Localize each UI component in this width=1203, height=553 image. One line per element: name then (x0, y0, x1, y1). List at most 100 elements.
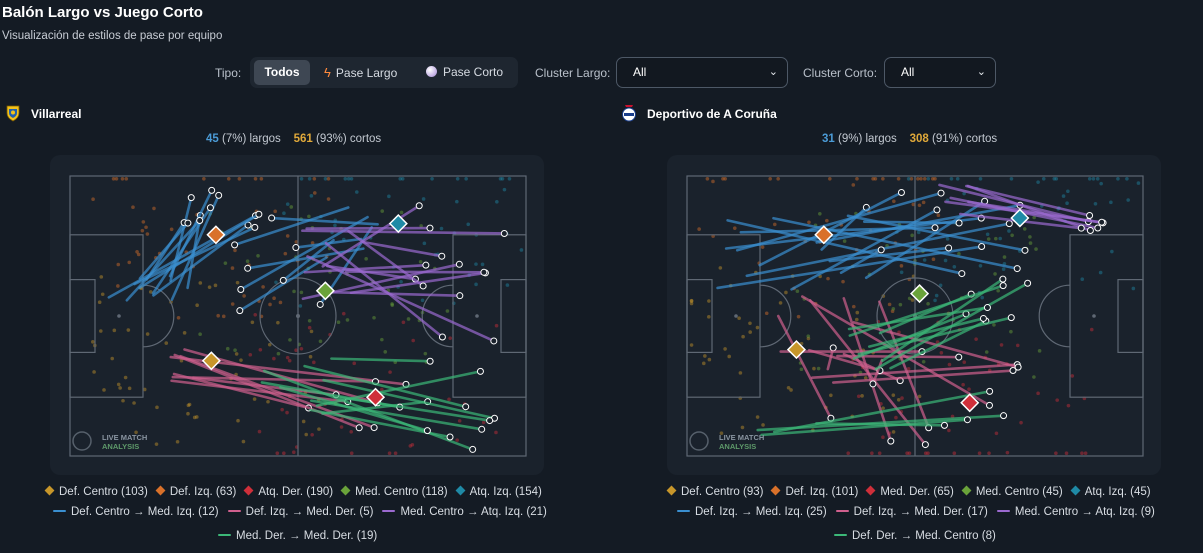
pass-dot (182, 331, 187, 335)
tipo-todos-button[interactable]: Todos (254, 60, 310, 85)
pass-dot (299, 346, 304, 351)
pass-dot (187, 402, 192, 407)
pass-dot (505, 283, 510, 287)
pass-dot (1093, 201, 1098, 206)
diamond-icon (961, 485, 972, 496)
pass-dot (299, 290, 304, 295)
pass-dot (248, 352, 253, 357)
pass-dot (116, 284, 120, 288)
pass-end-marker (476, 367, 484, 375)
cluster-largo-label: Cluster Largo: (535, 66, 611, 80)
pass-end-marker (1098, 218, 1106, 226)
pass-dot (253, 312, 258, 317)
pass-dot (186, 411, 190, 416)
pass-end-marker (423, 427, 431, 435)
pass-dot (933, 298, 937, 303)
pass-dot (464, 177, 468, 181)
pass-end-marker (1000, 412, 1008, 420)
legend-item: Def. Centro → Med. Izq. (12) (53, 506, 219, 518)
pass-dot (1028, 235, 1032, 239)
pass-end-marker (490, 337, 498, 345)
pass-dot (891, 430, 896, 434)
pass-dot (891, 393, 896, 397)
pass-end-marker (897, 188, 905, 196)
pass-dot (126, 328, 131, 332)
pass-dot (718, 266, 723, 270)
pass-dot (1036, 391, 1040, 396)
pass-dot (856, 394, 861, 399)
pass-end-marker (829, 344, 837, 352)
pass-dot (689, 343, 694, 347)
watermark-text: ANALYSIS (102, 442, 139, 451)
pass-dot (226, 177, 231, 181)
pass-dot (266, 399, 270, 404)
pass-end-marker (958, 270, 966, 278)
pass-dot (980, 295, 985, 300)
penalty-arc-left (142, 284, 175, 348)
tipo-pase-corto-button[interactable]: Pase Corto (420, 60, 512, 85)
pass-dot (1009, 177, 1014, 181)
pass-dot (282, 211, 286, 216)
pass-dot (711, 179, 715, 184)
pass-dot (127, 386, 132, 391)
pass-dot (707, 357, 712, 362)
pass-dot (727, 354, 731, 359)
pass-dot (399, 210, 404, 215)
pass-dot (198, 281, 203, 285)
pass-dot (926, 451, 930, 456)
pass-dot (110, 356, 115, 361)
pass-end-marker (1024, 279, 1032, 287)
pass-dot (257, 429, 262, 434)
pass-dot (116, 262, 121, 267)
pass-dot (1061, 194, 1066, 198)
pass-dot (707, 315, 711, 319)
pass-dot (899, 264, 904, 268)
pass-dot (268, 302, 272, 307)
pass-end-marker (486, 417, 494, 425)
pass-dot (907, 451, 912, 456)
pass-end-marker (478, 425, 486, 433)
pass-dot (230, 266, 235, 270)
pass-dot (799, 367, 804, 372)
pass-dot (1052, 177, 1057, 181)
pass-end-marker (187, 194, 195, 202)
pass-dot (312, 191, 317, 195)
tipo-pase-largo-button[interactable]: ϟ Pase Largo (318, 60, 408, 85)
pass-dot (703, 354, 707, 358)
pass-dot (955, 177, 960, 181)
pass-dot (352, 361, 357, 366)
pass-dot (1055, 398, 1059, 402)
pass-dot (273, 209, 277, 214)
pass-dot (380, 209, 385, 213)
pass-dot (474, 262, 478, 266)
pass-end-marker (455, 260, 463, 268)
pass-dot (816, 366, 821, 371)
pass-dot (301, 419, 306, 424)
tipo-pase-corto-label: Pase Corto (443, 65, 504, 79)
pass-dot (423, 351, 428, 356)
diamond-icon (455, 485, 466, 496)
pass-dot (825, 218, 829, 223)
cluster-largo-select[interactable]: All ⌄ (616, 57, 788, 88)
pass-end-marker (978, 243, 986, 251)
diamond-icon (1070, 485, 1081, 496)
pass-dot (99, 275, 104, 279)
pass-dot (341, 311, 346, 316)
pass-dot (326, 177, 331, 181)
pass-dot (278, 300, 283, 305)
pass-dot (994, 431, 999, 436)
pass-dot (1002, 255, 1007, 259)
pass-dot (1099, 181, 1103, 186)
line-icon (218, 534, 231, 536)
pass-flow-line (842, 297, 893, 443)
cluster-corto-select[interactable]: All ⌄ (884, 57, 996, 88)
team-header-deportivo: Deportivo de A Coruña (620, 104, 920, 124)
pass-dot (285, 234, 290, 238)
tipo-segmented-control: Todos ϟ Pase Largo Pase Corto (250, 57, 518, 88)
pass-end-marker (937, 189, 945, 197)
pass-dot (917, 203, 922, 208)
pass-dot (401, 320, 406, 325)
pass-dot (233, 348, 237, 353)
pass-dot (346, 177, 351, 181)
short-count: 308 (909, 133, 929, 145)
